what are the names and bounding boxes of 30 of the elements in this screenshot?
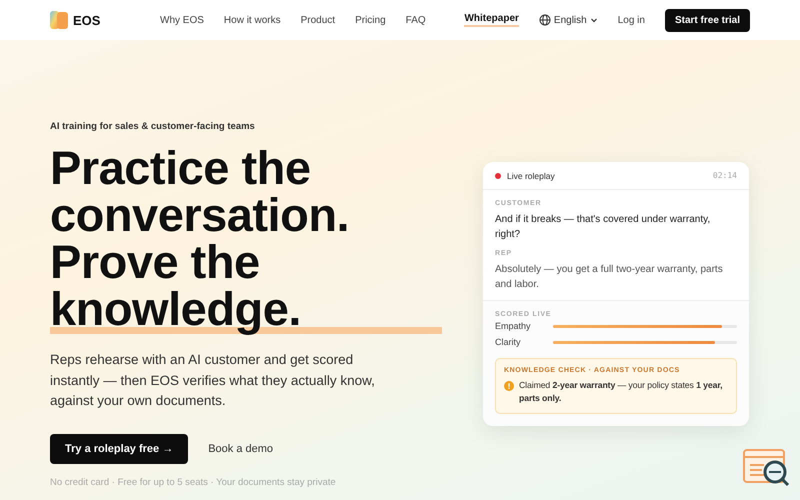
nav-link[interactable]: Product [300, 14, 336, 26]
live-dot-icon [495, 172, 501, 178]
language-selector[interactable]: English [538, 14, 598, 26]
nav-link[interactable]: How it works [224, 14, 281, 26]
timer: 02:14 [712, 171, 737, 180]
check-message: Claimed 2-year warranty — your policy states 1 year, parts only. [519, 379, 724, 405]
card-title: Live roleplay [507, 170, 556, 180]
logo-icon [50, 10, 68, 30]
whitepaper-link[interactable]: Whitepaper [464, 13, 519, 27]
lead-paragraph: Reps rehearse with an AI customer and get scored instantly — then EOS verifies what they actually know, against your own documents. [50, 351, 376, 410]
headline-line: Practice the [50, 144, 310, 191]
fine-print: No credit card · Free for up to 5 seats · Your documents stay private [50, 476, 337, 488]
headline-line: Prove the [50, 238, 260, 285]
nav-link[interactable]: Why EOS [160, 14, 204, 26]
eyebrow-text: AI training for sales & customer-facing teams [50, 121, 256, 132]
chevron-down-icon [590, 16, 598, 24]
book-demo-link[interactable]: Book a demo [208, 442, 274, 454]
nav-link[interactable]: FAQ [406, 14, 426, 26]
metric-label: Empathy [495, 321, 532, 331]
message-text: Absolutely — you get a full two-year warranty, parts and labor. [495, 263, 724, 292]
globe-icon [538, 14, 551, 26]
nav-link[interactable]: Pricing [355, 14, 386, 26]
start-trial-button[interactable]: Start free trial [664, 8, 750, 32]
login-link[interactable]: Log in [618, 14, 645, 26]
metric-label: Clarity [495, 337, 522, 347]
brand-name[interactable]: EOS [73, 12, 100, 28]
warning-icon [504, 381, 514, 391]
message-text: And if it breaks — that's covered under warranty, right? [495, 213, 712, 242]
headline-line: conversation. [50, 191, 350, 238]
try-roleplay-button[interactable]: Try a roleplay free → [50, 434, 188, 464]
